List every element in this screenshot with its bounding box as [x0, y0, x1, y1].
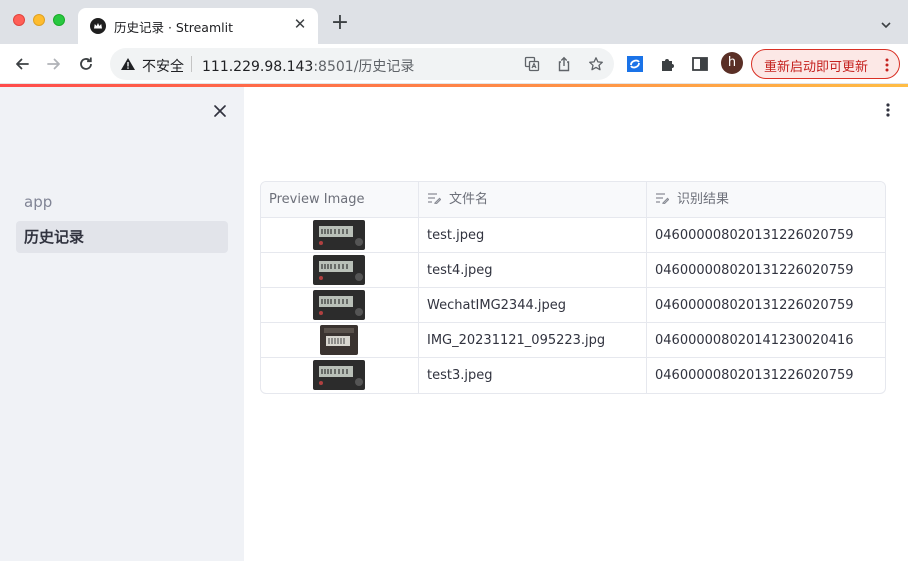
preview-image[interactable] — [313, 360, 365, 390]
update-label: 重新启动即可更新 — [764, 60, 869, 75]
tab-search-chevron-icon[interactable] — [880, 16, 892, 29]
filename-cell[interactable]: IMG_20231121_095223.jpg — [427, 323, 605, 358]
result-cell[interactable]: 046000008020131226020759 — [655, 288, 854, 323]
preview-image[interactable] — [313, 255, 365, 285]
address-bar[interactable]: 不安全 111.229.98.143:8501/历史记录 — [110, 48, 614, 80]
browser-toolbar: 不安全 111.229.98.143:8501/历史记录 h 重新启动即可更新 — [0, 44, 908, 84]
result-cell[interactable]: 046000008020141230020416 — [655, 323, 854, 358]
column-header-preview[interactable]: Preview Image — [269, 182, 364, 218]
table-row[interactable]: test4.jpeg 046000008020131226020759 — [261, 253, 885, 288]
close-window-button[interactable] — [13, 14, 25, 26]
main-content: Preview Image 文件名 识别结果 test.jpeg 0460000… — [244, 87, 908, 561]
result-cell[interactable]: 046000008020131226020759 — [655, 253, 854, 288]
main-menu-icon[interactable] — [886, 102, 890, 117]
close-icon[interactable] — [213, 103, 227, 117]
bookmark-star-icon[interactable] — [588, 56, 604, 72]
address-url[interactable]: 111.229.98.143:8501/历史记录 — [202, 56, 414, 76]
result-cell[interactable]: 046000008020131226020759 — [655, 358, 854, 393]
result-cell[interactable]: 046000008020131226020759 — [655, 218, 854, 253]
column-header-filename-label: 文件名 — [449, 192, 489, 207]
extensions-puzzle-icon[interactable] — [658, 54, 678, 74]
filename-cell[interactable]: test.jpeg — [427, 218, 484, 253]
warning-triangle-icon[interactable] — [120, 56, 136, 72]
table-header: Preview Image 文件名 识别结果 — [261, 182, 885, 218]
preview-image[interactable] — [320, 325, 358, 355]
more-vertical-icon[interactable] — [885, 57, 889, 72]
address-host: 111.229.98.143 — [202, 59, 314, 75]
translate-icon[interactable] — [524, 56, 540, 72]
back-arrow-icon[interactable] — [11, 53, 33, 75]
table-row[interactable]: IMG_20231121_095223.jpg 0460000080201412… — [261, 323, 885, 358]
address-path: :8501/历史记录 — [313, 59, 415, 75]
column-header-filename[interactable]: 文件名 — [427, 182, 488, 218]
side-panel-icon[interactable] — [690, 54, 710, 74]
table-row[interactable]: test.jpeg 046000008020131226020759 — [261, 218, 885, 253]
reload-icon[interactable] — [75, 53, 97, 75]
update-button[interactable]: 重新启动即可更新 — [751, 49, 900, 79]
filename-cell[interactable]: test4.jpeg — [427, 253, 492, 288]
share-icon[interactable] — [556, 56, 572, 72]
tab-strip: 历史记录 · Streamlit ✕ + — [0, 0, 908, 44]
table-row[interactable]: test3.jpeg 046000008020131226020759 — [261, 358, 885, 393]
new-tab-button[interactable]: + — [330, 12, 350, 34]
sidebar-item-history[interactable]: 历史记录 — [16, 221, 228, 253]
text-column-icon — [428, 193, 441, 204]
column-header-result[interactable]: 识别结果 — [655, 182, 729, 218]
filename-cell[interactable]: test3.jpeg — [427, 358, 492, 393]
streamlit-crown-icon — [90, 18, 106, 34]
text-column-icon — [656, 193, 669, 204]
tab-close-icon[interactable]: ✕ — [292, 16, 308, 32]
tab-title: 历史记录 · Streamlit — [114, 20, 233, 35]
preview-image[interactable] — [313, 220, 365, 250]
profile-avatar[interactable]: h — [721, 52, 743, 74]
preview-image[interactable] — [313, 290, 365, 320]
maximize-window-button[interactable] — [53, 14, 65, 26]
table-row[interactable]: WechatIMG2344.jpeg 046000008020131226020… — [261, 288, 885, 323]
sync-extension-icon[interactable] — [625, 54, 645, 74]
address-divider — [191, 56, 192, 72]
history-table[interactable]: Preview Image 文件名 识别结果 test.jpeg 0460000… — [260, 181, 886, 394]
column-header-result-label: 识别结果 — [677, 192, 730, 207]
minimize-window-button[interactable] — [33, 14, 45, 26]
browser-window: 历史记录 · Streamlit ✕ + 不安全 111.229.98.143:… — [0, 0, 908, 561]
sidebar: app 历史记录 — [0, 87, 244, 561]
browser-tab[interactable]: 历史记录 · Streamlit ✕ — [78, 8, 318, 44]
forward-arrow-icon[interactable] — [43, 53, 65, 75]
insecure-label[interactable]: 不安全 — [142, 56, 184, 76]
sidebar-item-app[interactable]: app — [16, 186, 228, 218]
filename-cell[interactable]: WechatIMG2344.jpeg — [427, 288, 566, 323]
